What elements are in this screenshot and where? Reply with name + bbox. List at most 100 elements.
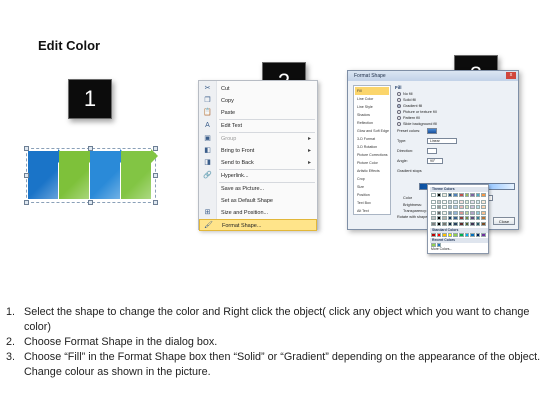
color-swatch[interactable] xyxy=(464,205,470,209)
color-swatch[interactable] xyxy=(436,199,442,204)
color-swatch[interactable] xyxy=(442,205,447,209)
color-swatch[interactable] xyxy=(475,205,481,209)
standard-color-swatch[interactable] xyxy=(431,233,436,237)
color-swatch[interactable] xyxy=(431,205,436,209)
color-swatch[interactable] xyxy=(447,193,453,197)
color-swatch[interactable] xyxy=(453,221,458,226)
nav-item[interactable]: Size xyxy=(355,183,389,191)
color-swatch[interactable] xyxy=(470,205,475,209)
standard-color-swatch[interactable] xyxy=(453,233,458,237)
nav-item[interactable]: Crop xyxy=(355,175,389,183)
color-swatch[interactable] xyxy=(464,221,470,226)
color-swatch[interactable] xyxy=(436,210,442,215)
color-swatch[interactable] xyxy=(459,216,464,220)
nav-item[interactable]: Picture Corrections xyxy=(355,151,389,159)
color-swatch[interactable] xyxy=(481,205,486,209)
nav-item[interactable]: Fill xyxy=(355,87,389,95)
color-swatch[interactable] xyxy=(453,199,458,204)
nav-item[interactable]: Shadow xyxy=(355,111,389,119)
color-swatch[interactable] xyxy=(481,221,486,226)
close-button[interactable]: Close xyxy=(493,217,515,225)
resize-handle[interactable] xyxy=(24,146,29,151)
color-swatch[interactable] xyxy=(447,199,453,204)
standard-color-swatch[interactable] xyxy=(436,233,442,237)
arrow-blocks-shape[interactable] xyxy=(28,149,158,201)
color-swatch[interactable] xyxy=(453,216,458,220)
arrow-block-3[interactable] xyxy=(90,149,127,199)
menu-item-hyperlink[interactable]: 🔗 Hyperlink... xyxy=(199,170,317,182)
direction-dropdown[interactable] xyxy=(427,148,437,154)
arrow-block-1[interactable] xyxy=(28,149,65,199)
color-swatch[interactable] xyxy=(459,210,464,215)
resize-handle[interactable] xyxy=(153,200,158,205)
nav-item[interactable]: Reflection xyxy=(355,119,389,127)
color-swatch[interactable] xyxy=(447,205,453,209)
nav-item[interactable]: Text Box xyxy=(355,199,389,207)
standard-color-swatch[interactable] xyxy=(475,233,481,237)
angle-input[interactable]: 90° xyxy=(427,158,443,164)
nav-item[interactable]: Alt Text xyxy=(355,207,389,215)
standard-color-swatch[interactable] xyxy=(481,233,486,237)
arrow-block-2[interactable] xyxy=(59,149,96,199)
close-icon[interactable]: x xyxy=(506,72,516,79)
color-swatch[interactable] xyxy=(464,216,470,220)
menu-item-send-to-back[interactable]: ◨ Send to Back ▸ xyxy=(199,157,317,169)
color-swatch[interactable] xyxy=(442,216,447,220)
color-swatch[interactable] xyxy=(459,205,464,209)
nav-item[interactable]: Glow and Soft Edges xyxy=(355,127,389,135)
color-swatch[interactable] xyxy=(431,199,436,204)
standard-color-swatch[interactable] xyxy=(459,233,464,237)
color-swatch[interactable] xyxy=(459,193,464,197)
color-swatch[interactable] xyxy=(442,193,447,197)
color-swatch[interactable] xyxy=(436,216,442,220)
more-colors-link[interactable]: More Colors... xyxy=(431,247,452,251)
color-swatch[interactable] xyxy=(436,193,442,197)
color-swatch[interactable] xyxy=(442,210,447,215)
fill-option-radio[interactable]: Slide background fill xyxy=(397,121,437,127)
color-swatch[interactable] xyxy=(475,193,481,197)
menu-item-save-as-picture[interactable]: Save as Picture... xyxy=(199,183,317,195)
color-swatch[interactable] xyxy=(436,205,442,209)
color-swatch[interactable] xyxy=(475,210,481,215)
arrow-block-4[interactable] xyxy=(121,149,158,199)
color-swatch[interactable] xyxy=(464,199,470,204)
nav-item[interactable]: Artistic Effects xyxy=(355,167,389,175)
standard-color-swatch[interactable] xyxy=(447,233,453,237)
standard-color-swatch[interactable] xyxy=(470,233,475,237)
menu-item-bring-to-front[interactable]: ◧ Bring to Front ▸ xyxy=(199,145,317,157)
resize-handle[interactable] xyxy=(88,146,93,151)
standard-color-swatch[interactable] xyxy=(442,233,447,237)
color-swatch[interactable] xyxy=(431,210,436,215)
color-swatch[interactable] xyxy=(442,221,447,226)
color-swatch[interactable] xyxy=(470,193,475,197)
menu-item-set-as-default-shape[interactable]: Set as Default Shape xyxy=(199,195,317,207)
color-swatch[interactable] xyxy=(453,205,458,209)
nav-item[interactable]: Picture Color xyxy=(355,159,389,167)
color-swatch[interactable] xyxy=(475,216,481,220)
standard-color-swatch[interactable] xyxy=(464,233,470,237)
color-swatch[interactable] xyxy=(481,216,486,220)
nav-item[interactable]: Line Color xyxy=(355,95,389,103)
menu-item-group[interactable]: ▣ Group ▸ xyxy=(199,133,317,145)
preset-colors-dropdown[interactable] xyxy=(427,128,437,134)
nav-item[interactable]: Line Style xyxy=(355,103,389,111)
color-swatch[interactable] xyxy=(442,199,447,204)
color-swatch[interactable] xyxy=(431,216,436,220)
color-swatch[interactable] xyxy=(470,216,475,220)
color-swatch[interactable] xyxy=(464,210,470,215)
color-swatch[interactable] xyxy=(481,193,486,197)
menu-item-size-and-position[interactable]: ⊞ Size and Position... xyxy=(199,207,317,219)
resize-handle[interactable] xyxy=(24,200,29,205)
rotate-with-shape-checkbox[interactable]: Rotate with shape xyxy=(397,215,427,219)
nav-item[interactable]: 3-D Format xyxy=(355,135,389,143)
color-swatch[interactable] xyxy=(453,210,458,215)
menu-item-format-shape[interactable]: 🖌 Format Shape... xyxy=(199,219,317,231)
menu-item-copy[interactable]: ❐ Copy xyxy=(199,95,317,107)
recent-color-swatch[interactable] xyxy=(431,243,436,247)
color-swatch[interactable] xyxy=(431,221,436,226)
color-swatch[interactable] xyxy=(481,199,486,204)
resize-handle[interactable] xyxy=(153,173,158,178)
color-swatch[interactable] xyxy=(431,193,436,197)
color-swatch[interactable] xyxy=(470,210,475,215)
recent-color-swatch[interactable] xyxy=(436,243,442,247)
